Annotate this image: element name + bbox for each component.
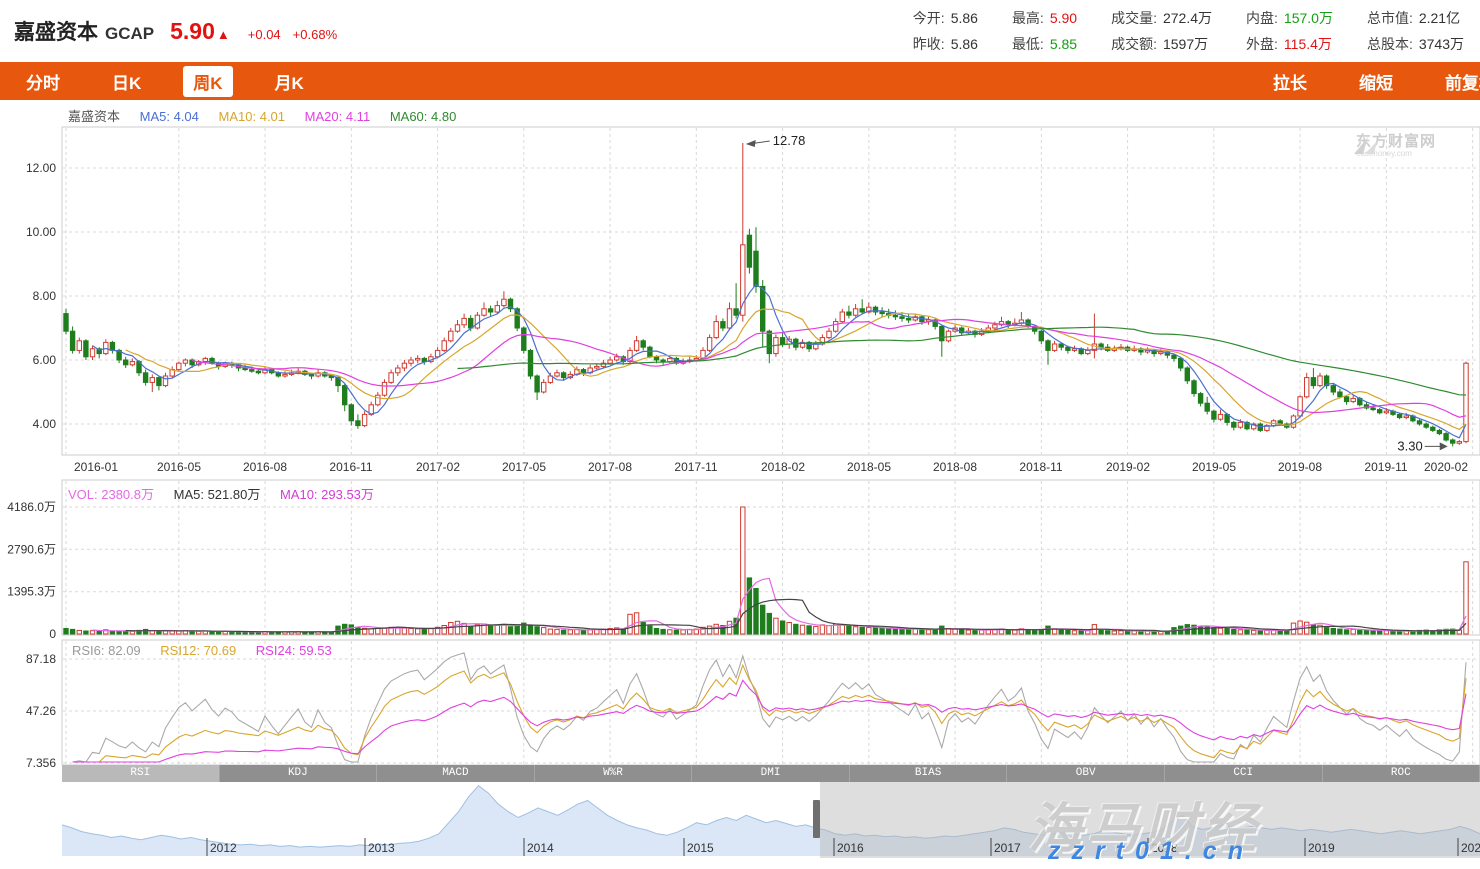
svg-text:2016-05: 2016-05: [157, 460, 201, 474]
svg-text:2019-05: 2019-05: [1192, 460, 1236, 474]
site-watermark: zzrt01.cn: [1048, 837, 1254, 866]
svg-text:2014: 2014: [527, 841, 554, 855]
svg-text:2013: 2013: [368, 841, 395, 855]
tab-daily-k[interactable]: 日K: [102, 66, 151, 97]
stat-item: 总股本:3743万: [1367, 34, 1464, 54]
indicator-tab-macd[interactable]: MACD: [377, 765, 535, 782]
price-legend: 嘉盛资本 MA5: 4.04 MA10: 4.01 MA20: 4.11 MA6…: [68, 106, 472, 125]
stat-item: 今开:5.86: [913, 8, 978, 28]
svg-text:2017: 2017: [994, 841, 1021, 855]
legend-rsi24: RSI24: 59.53: [256, 643, 332, 658]
svg-text:10.00: 10.00: [26, 225, 56, 239]
svg-text:47.26: 47.26: [26, 704, 56, 718]
price-up-arrow-icon: ▲: [217, 27, 230, 42]
volume-legend: VOL: 2380.8万 MA5: 521.80万 MA10: 293.53万: [68, 484, 390, 503]
svg-text:2016: 2016: [837, 841, 864, 855]
header: 嘉盛资本 GCAP 5.90 ▲ +0.04 +0.68% 今开:5.86 昨收:…: [0, 0, 1480, 62]
chart-area: 12.00 10.00 8.00 6.00 4.00 4186.0万 2790.6万 1395…: [0, 100, 1480, 869]
stat-item: 昨收:5.86: [913, 34, 978, 54]
svg-text:2018-08: 2018-08: [933, 460, 977, 474]
svg-text:2016-01: 2016-01: [74, 460, 118, 474]
svg-text:2016-11: 2016-11: [329, 460, 372, 474]
svg-text:2020-02: 2020-02: [1424, 460, 1468, 474]
legend-vol-ma5: MA5: 521.80万: [174, 487, 261, 502]
legend-rsi12: RSI12: 70.69: [160, 643, 236, 658]
stat-item: 外盘:115.4万: [1246, 34, 1333, 54]
navigator: 201220132014201520162017201820192020: [62, 782, 1480, 858]
forward-adjust-button[interactable]: 前复权: [1445, 69, 1480, 94]
svg-text:2019: 2019: [1308, 841, 1335, 855]
indicator-tab-dmi[interactable]: DMI: [692, 765, 850, 782]
eastmoney-watermark: 东方财富网 eastmoney.com: [1352, 134, 1436, 158]
indicator-tab-bias[interactable]: BIAS: [850, 765, 1008, 782]
svg-text:2012: 2012: [210, 841, 237, 855]
indicator-tab-kdj[interactable]: KDJ: [220, 765, 378, 782]
svg-text:4.00: 4.00: [33, 417, 57, 431]
stock-price: 5.90: [170, 18, 215, 45]
stretch-button[interactable]: 拉长: [1273, 69, 1307, 94]
legend-ma60: MA60: 4.80: [390, 109, 457, 124]
tab-weekly-k[interactable]: 周K: [183, 66, 232, 97]
price-change-pct: +0.68%: [293, 27, 337, 42]
price-change: +0.04: [248, 27, 281, 42]
svg-text:2015: 2015: [687, 841, 714, 855]
indicator-tab-rsi[interactable]: RSI: [62, 765, 220, 782]
svg-text:8.00: 8.00: [33, 289, 57, 303]
indicator-tab-cci[interactable]: CCI: [1165, 765, 1323, 782]
stock-chart-page: { "header": { "name": "嘉盛资本", "code": "G…: [0, 0, 1480, 869]
stock-code: GCAP: [105, 24, 154, 44]
svg-text:2018-11: 2018-11: [1019, 460, 1062, 474]
indicator-tab-obv[interactable]: OBV: [1007, 765, 1165, 782]
legend-ma5: MA5: 4.04: [140, 109, 199, 124]
rsi-legend: RSI6: 82.09 RSI12: 70.69 RSI24: 59.53: [72, 643, 348, 658]
tab-monthly-k[interactable]: 月K: [265, 66, 314, 97]
svg-text:12.78: 12.78: [773, 133, 806, 148]
svg-text:2790.6万: 2790.6万: [7, 542, 56, 556]
indicator-tabbar: RSIKDJMACDW%RDMIBIASOBVCCIROC: [62, 765, 1480, 782]
volume-chart: [64, 507, 1468, 634]
navigator-handle[interactable]: [813, 800, 820, 838]
svg-text:0: 0: [49, 627, 56, 641]
svg-text:4186.0万: 4186.0万: [7, 500, 56, 514]
svg-text:2018-02: 2018-02: [761, 460, 805, 474]
svg-text:2017-11: 2017-11: [674, 460, 717, 474]
indicator-tab-roc[interactable]: ROC: [1323, 765, 1480, 782]
legend-ma10: MA10: 4.01: [219, 109, 286, 124]
svg-text:2017-02: 2017-02: [416, 460, 460, 474]
stat-item: 最高:5.90: [1012, 8, 1077, 28]
svg-text:87.18: 87.18: [26, 652, 56, 666]
legend-stock-name: 嘉盛资本: [68, 109, 120, 124]
indicator-tab-wr[interactable]: W%R: [535, 765, 693, 782]
legend-vol-ma10: MA10: 293.53万: [280, 487, 374, 502]
stat-item: 成交额:1597万: [1111, 34, 1212, 54]
shrink-button[interactable]: 缩短: [1359, 69, 1393, 94]
svg-text:2019-11: 2019-11: [1364, 460, 1407, 474]
svg-text:1395.3万: 1395.3万: [7, 585, 56, 599]
svg-text:2019-08: 2019-08: [1278, 460, 1322, 474]
stat-item: 最低:5.85: [1012, 34, 1077, 54]
svg-text:3.30: 3.30: [1397, 438, 1422, 453]
svg-text:2017-08: 2017-08: [588, 460, 632, 474]
svg-text:2016-08: 2016-08: [243, 460, 287, 474]
quote-block: 嘉盛资本 GCAP 5.90 ▲ +0.04 +0.68%: [14, 16, 337, 46]
legend-rsi6: RSI6: 82.09: [72, 643, 141, 658]
svg-text:2018-05: 2018-05: [847, 460, 891, 474]
price-chart: [64, 143, 1468, 446]
legend-vol: VOL: 2380.8万: [68, 487, 154, 502]
stat-item: 成交量:272.4万: [1111, 8, 1212, 28]
svg-text:2017-05: 2017-05: [502, 460, 546, 474]
svg-text:12.00: 12.00: [26, 161, 56, 175]
svg-text:2019-02: 2019-02: [1106, 460, 1150, 474]
svg-text:6.00: 6.00: [33, 353, 57, 367]
stat-item: 总市值:2.21亿: [1367, 8, 1464, 28]
svg-text:2020: 2020: [1461, 841, 1480, 855]
svg-text:7.356: 7.356: [26, 756, 56, 770]
eastmoney-logo-icon: [1352, 134, 1378, 158]
tab-minute[interactable]: 分时: [16, 66, 70, 97]
stock-name: 嘉盛资本: [14, 16, 98, 46]
stat-item: 内盘:157.0万: [1246, 8, 1333, 28]
quote-stats-grid: 今开:5.86 昨收:5.86 最高:5.90 最低:5.85 成交量:272.4万成交…: [913, 5, 1464, 57]
legend-ma20: MA20: 4.11: [305, 109, 371, 124]
period-tabbar: 分时 日K 周K 月K 拉长 缩短 前复权: [0, 62, 1480, 100]
